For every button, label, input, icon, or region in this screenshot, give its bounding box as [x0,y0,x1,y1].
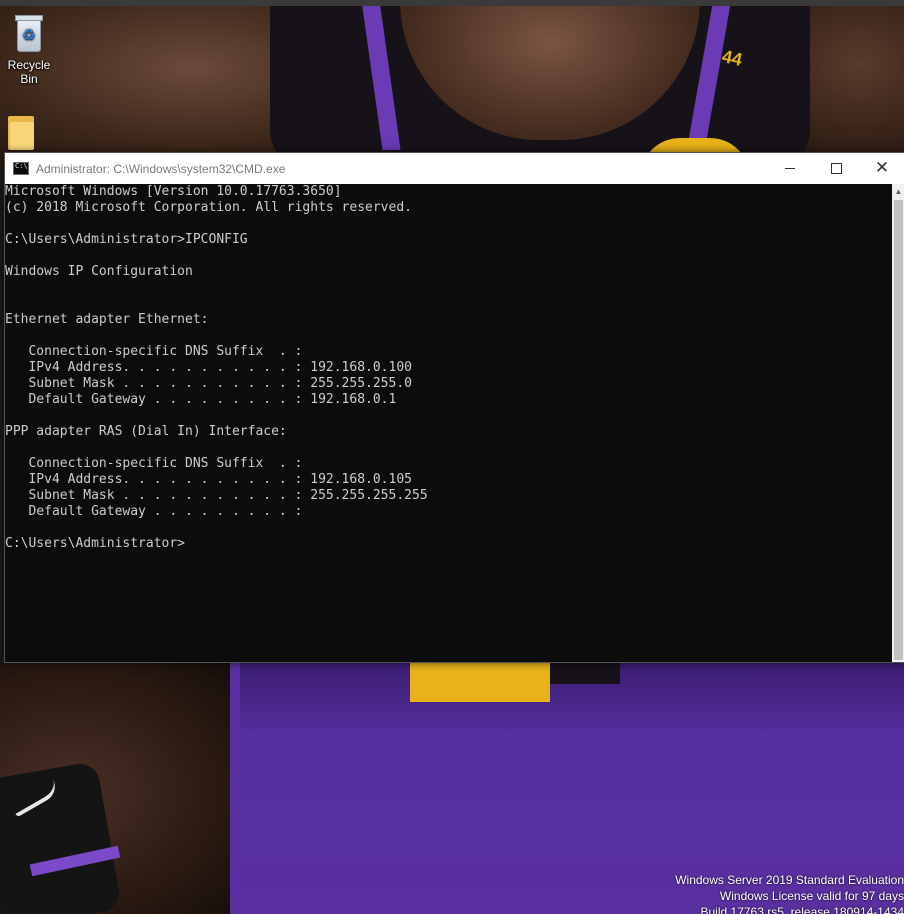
minimize-button[interactable] [767,153,813,184]
console-line: Windows IP Configuration [5,264,193,279]
console-line: Subnet Mask . . . . . . . . . . . : 255.… [5,376,412,391]
console-output[interactable]: Microsoft Windows [Version 10.0.17763.36… [5,184,892,662]
console-line: Microsoft Windows [Version 10.0.17763.36… [5,184,342,199]
scroll-up-arrow-icon[interactable]: ▲ [892,184,904,198]
watermark-license: Windows License valid for 97 days [719,889,904,903]
console-line: Subnet Mask . . . . . . . . . . . : 255.… [5,488,428,503]
desktop-icon-label: Recycle Bin [7,58,51,86]
console-line: IPv4 Address. . . . . . . . . . . : 192.… [5,472,412,487]
minimize-icon [785,168,795,169]
console-line: C:\Users\Administrator>IPCONFIG [5,232,248,247]
console-line: Default Gateway . . . . . . . . . : 192.… [5,392,397,407]
window-title: Administrator: C:\Windows\system32\CMD.e… [36,161,286,176]
jersey-number: 44 [720,46,744,70]
windows-watermark: Windows Server 2019 Standard Evaluation … [604,872,904,914]
vertical-scrollbar[interactable]: ▲ [892,184,904,662]
recycle-bin-icon: ♻ [12,12,46,54]
top-taskbar-strip [0,0,904,6]
window-titlebar[interactable]: Administrator: C:\Windows\system32\CMD.e… [5,153,904,184]
close-icon: ✕ [874,158,890,178]
desktop-icon-folder[interactable] [8,112,40,150]
close-button[interactable]: ✕ [859,153,904,184]
console-line: Ethernet adapter Ethernet: [5,312,209,327]
console-line: Connection-specific DNS Suffix . : [5,344,303,359]
console-line: IPv4 Address. . . . . . . . . . . : 192.… [5,360,412,375]
cmd-window[interactable]: Administrator: C:\Windows\system32\CMD.e… [4,152,904,663]
watermark-edition: Windows Server 2019 Standard Evaluation [675,873,904,887]
console-line: Default Gateway . . . . . . . . . : [5,504,303,519]
maximize-button[interactable] [813,153,859,184]
cmd-icon [13,162,29,175]
scrollbar-thumb[interactable] [894,200,903,660]
console-line: (c) 2018 Microsoft Corporation. All righ… [5,200,412,215]
watermark-build: Build 17763.rs5_release.180914-1434 [700,905,904,914]
console-line: Connection-specific DNS Suffix . : [5,456,303,471]
folder-icon [8,112,34,150]
console-prompt[interactable]: C:\Users\Administrator> [5,536,892,552]
desktop-icon-recycle-bin[interactable]: ♻ Recycle Bin [0,12,58,86]
console-line: PPP adapter RAS (Dial In) Interface: [5,424,287,439]
maximize-icon [830,163,842,174]
